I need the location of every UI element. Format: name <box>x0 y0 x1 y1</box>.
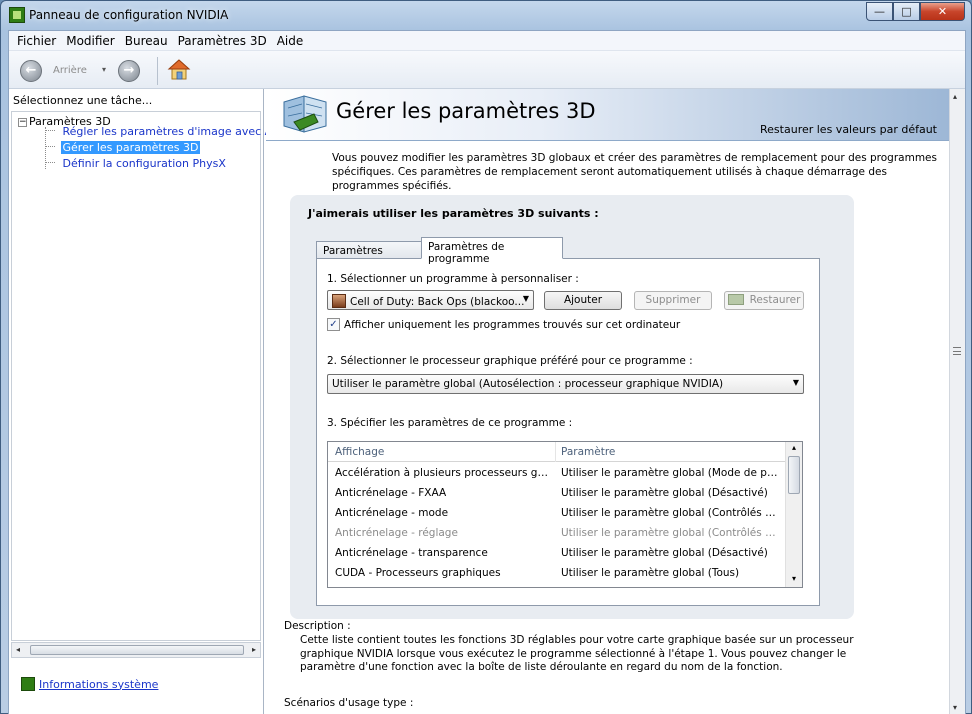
scroll-thumb[interactable] <box>30 645 244 655</box>
row-feature: Anticrénelage - transparence <box>335 547 488 559</box>
back-label[interactable]: Arrière <box>53 65 87 76</box>
caption-buttons: — □ ✕ <box>866 2 965 21</box>
row-feature: Anticrénelage - FXAA <box>335 487 447 499</box>
scroll-grip[interactable] <box>953 347 961 355</box>
restore-button-label: Restaurer <box>749 294 801 306</box>
gpu-select-value: Utiliser le paramètre global (Autosélect… <box>332 378 724 390</box>
system-info-link[interactable]: Informations système <box>21 677 158 691</box>
history-dropdown-icon[interactable]: ▾ <box>102 65 106 74</box>
minimize-button[interactable]: — <box>866 2 893 21</box>
scroll-up-icon[interactable]: ▴ <box>789 443 799 455</box>
list-row[interactable]: Anticrénelage - réglage Utiliser le para… <box>328 524 786 544</box>
vertical-scrollbar[interactable]: ▴ ▾ <box>949 89 965 714</box>
menu-desktop[interactable]: Bureau <box>121 34 174 48</box>
show-local-programs-checkbox[interactable]: ✓ Afficher uniquement les programmes tro… <box>327 318 680 331</box>
column-header-feature[interactable]: Affichage <box>335 446 384 458</box>
nvidia-logo-icon <box>9 7 25 23</box>
close-button[interactable]: ✕ <box>920 2 965 21</box>
program-select-value: Cell of Duty: Back Ops (blackoo... <box>350 296 525 308</box>
task-tree: − Paramètres 3D Régler les paramètres d'i… <box>11 111 296 641</box>
scroll-down-icon[interactable]: ▾ <box>789 574 799 586</box>
forward-arrow-icon[interactable]: → <box>118 60 140 82</box>
menu-edit[interactable]: Modifier <box>62 34 121 48</box>
restore-defaults-link[interactable]: Restaurer les valeurs par défaut <box>760 123 937 136</box>
row-setting[interactable]: Utiliser le paramètre global (Désactivé) <box>561 487 781 499</box>
settings-group: J'aimerais utiliser les paramètres 3D su… <box>290 195 854 619</box>
intro-text: Vous pouvez modifier les paramètres 3D g… <box>332 152 937 192</box>
step1-label: 1. Sélectionner un programme à personnal… <box>327 273 579 285</box>
collapse-icon[interactable]: − <box>18 118 27 127</box>
description-title: Description : <box>284 620 351 632</box>
add-button[interactable]: Ajouter <box>544 291 622 310</box>
dropdown-arrow-icon: ▼ <box>522 294 529 303</box>
sidebar-item-physx[interactable]: Définir la configuration PhysX <box>45 157 228 170</box>
menu-3d-settings[interactable]: Paramètres 3D <box>174 34 273 48</box>
menu-file[interactable]: Fichier <box>13 34 62 48</box>
step3-label: 3. Spécifier les paramètres de ce progra… <box>327 417 573 429</box>
description-text: Cette liste contient toutes les fonction… <box>300 634 854 673</box>
tab-program-settings[interactable]: Paramètres de programme <box>421 237 563 265</box>
task-header: Sélectionnez une tâche... <box>13 94 153 107</box>
nvidia-restore-icon <box>727 294 744 305</box>
list-row[interactable]: Anticrénelage - mode Utiliser le paramèt… <box>328 504 786 524</box>
list-row[interactable]: Accélération à plusieurs processeurs gra… <box>328 464 786 484</box>
toolbar-separator <box>157 57 158 85</box>
content-panel: Gérer les paramètres 3D Restaurer les va… <box>266 89 965 714</box>
list-scroll-thumb[interactable] <box>788 456 800 494</box>
checkbox-label: Afficher uniquement les programmes trouv… <box>344 318 681 331</box>
step2-label: 2. Sélectionner le processeur graphique … <box>327 355 693 367</box>
list-row[interactable]: Anticrénelage - FXAA Utiliser le paramèt… <box>328 484 786 504</box>
program-icon <box>332 294 346 308</box>
row-setting[interactable]: Utiliser le paramètre global (Désactivé) <box>561 547 781 559</box>
client-area: Fichier Modifier Bureau Paramètres 3D Ai… <box>8 30 966 714</box>
page-banner: Gérer les paramètres 3D Restaurer les va… <box>266 89 949 141</box>
app-window: Panneau de configuration NVIDIA — □ ✕ Fi… <box>0 0 972 714</box>
program-settings-page: 1. Sélectionner un programme à personnal… <box>316 258 820 606</box>
row-feature: Accélération à plusieurs processeurs gra… <box>335 467 550 479</box>
row-feature: Anticrénelage - réglage <box>335 527 458 539</box>
checkbox-check-icon[interactable]: ✓ <box>327 318 340 331</box>
list-scrollbar[interactable]: ▴ ▾ <box>785 442 802 587</box>
list-header: Affichage Paramètre <box>328 442 786 462</box>
window-title: Panneau de configuration NVIDIA <box>29 8 229 22</box>
back-arrow-icon[interactable]: ← <box>20 60 42 82</box>
row-setting[interactable]: Utiliser le paramètre global (Contrôlés … <box>561 527 781 539</box>
program-select[interactable]: Cell of Duty: Back Ops (blackoo... ▼ <box>327 290 534 310</box>
dropdown-arrow-icon: ▼ <box>792 378 799 387</box>
scroll-down-icon[interactable]: ▾ <box>953 703 957 712</box>
scroll-up-icon[interactable]: ▴ <box>953 92 957 101</box>
row-setting[interactable]: Utiliser le paramètre global (Tous) <box>561 567 781 579</box>
group-title: J'aimerais utiliser les paramètres 3D su… <box>308 207 599 220</box>
menu-bar: Fichier Modifier Bureau Paramètres 3D Ai… <box>9 31 965 51</box>
settings-list[interactable]: Affichage Paramètre Accélération à plusi… <box>327 441 803 588</box>
column-divider[interactable] <box>555 442 556 462</box>
row-setting[interactable]: Utiliser le paramètre global (Contrôlés … <box>561 507 781 519</box>
task-panel: Sélectionnez une tâche... − Paramètres 3D… <box>9 89 296 714</box>
toolbar: ← Arrière ▾ → <box>9 51 965 89</box>
list-row[interactable]: Anticrénelage - transparence Utiliser le… <box>328 544 786 564</box>
list-row[interactable]: CUDA - Processeurs graphiques Utiliser l… <box>328 564 786 584</box>
horizontal-scrollbar[interactable]: ◂ ▸ <box>11 642 261 658</box>
3d-settings-icon <box>283 95 327 133</box>
title-bar[interactable]: Panneau de configuration NVIDIA — □ ✕ <box>1 1 971 29</box>
scenarios-title: Scénarios d'usage type : <box>284 697 414 709</box>
restore-button[interactable]: Restaurer <box>724 291 804 310</box>
sidebar-item-manage-3d[interactable]: Gérer les paramètres 3D <box>45 141 201 154</box>
row-feature: Anticrénelage - mode <box>335 507 449 519</box>
maximize-button[interactable]: □ <box>893 2 920 21</box>
sidebar-item-image-settings[interactable]: Régler les paramètres d'image avec Aperç <box>45 125 298 138</box>
column-header-setting[interactable]: Paramètre <box>561 446 615 458</box>
scroll-right-icon[interactable]: ▸ <box>252 645 256 654</box>
scroll-left-icon[interactable]: ◂ <box>16 645 20 654</box>
system-info-icon <box>21 677 35 691</box>
menu-help[interactable]: Aide <box>273 34 310 48</box>
remove-button[interactable]: Supprimer <box>634 291 712 310</box>
page-title: Gérer les paramètres 3D <box>336 99 596 123</box>
row-setting[interactable]: Utiliser le paramètre global (Mode de pe… <box>561 467 781 479</box>
row-feature: CUDA - Processeurs graphiques <box>335 567 501 579</box>
home-icon[interactable] <box>167 58 191 82</box>
gpu-select[interactable]: Utiliser le paramètre global (Autosélect… <box>327 374 804 394</box>
system-info-label: Informations système <box>39 677 159 691</box>
